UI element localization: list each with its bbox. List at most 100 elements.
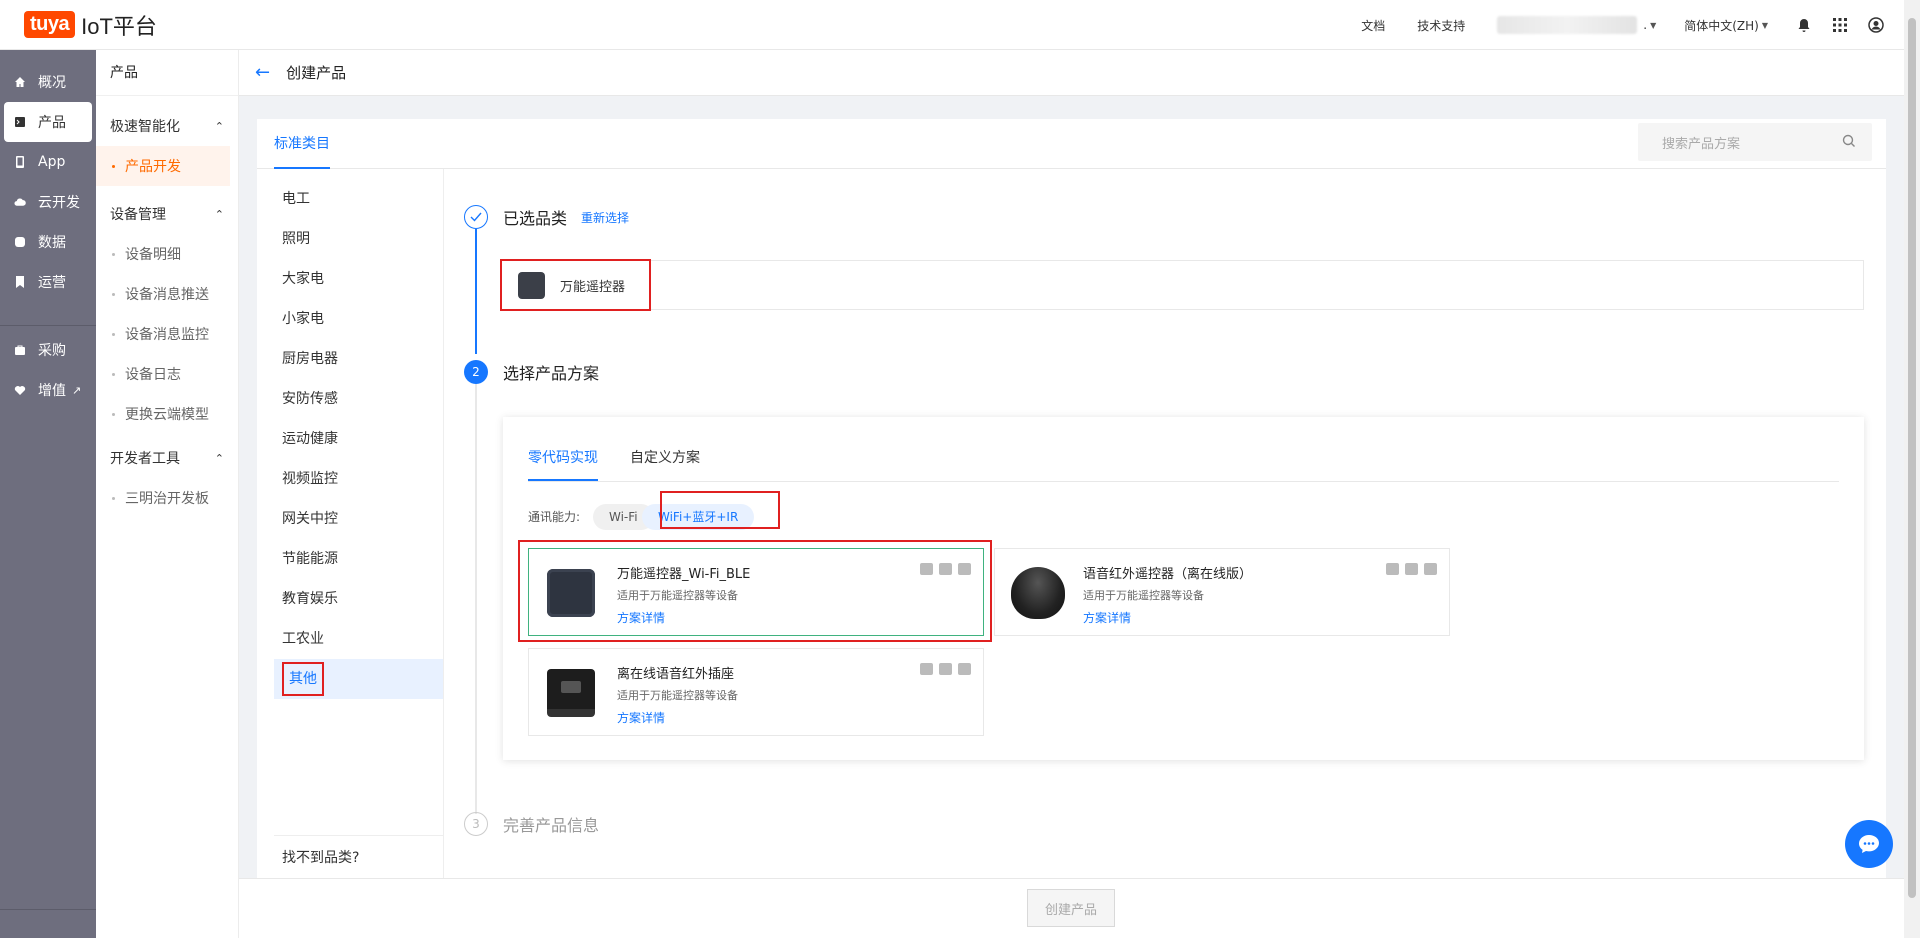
tab-custom-solution[interactable]: 自定义方案 xyxy=(630,447,700,481)
sidebar-item-value-added[interactable]: 增值 ↗ xyxy=(0,370,96,410)
subnav-item-label: 更换云端模型 xyxy=(125,407,209,423)
bullet xyxy=(112,496,115,500)
product-card-voice-ir-remote[interactable]: 语音红外遥控器（离在线版） 适用于万能遥控器等设备 方案详情 xyxy=(994,548,1450,636)
subnav-item-msg-monitor[interactable]: 设备消息监控 xyxy=(96,314,238,354)
subnav-item-msg-push[interactable]: 设备消息推送 xyxy=(96,274,238,314)
subnav-item-product-dev[interactable]: 产品开发 xyxy=(96,146,230,186)
sidebar-item-label: 增值 xyxy=(38,383,66,399)
tab-zero-code[interactable]: 零代码实现 xyxy=(528,447,598,481)
page-title: 创建产品 xyxy=(286,64,347,82)
subnav-item-label: 产品开发 xyxy=(125,159,181,175)
step-2-title: 选择产品方案 xyxy=(503,364,600,383)
step-3: 3 完善产品信息 xyxy=(464,812,599,836)
step-connector-1 xyxy=(475,229,477,354)
scrollbar-thumb[interactable] xyxy=(1908,18,1916,898)
subnav-item-device-log[interactable]: 设备日志 xyxy=(96,354,238,394)
account-dot: . xyxy=(1643,18,1648,32)
sidebar-item-operation[interactable]: 运营 xyxy=(0,262,96,302)
subnav-title: 产品 xyxy=(96,50,238,96)
language-select[interactable]: 简体中文(ZH) ▼ xyxy=(1684,17,1768,34)
sidebar-item-app[interactable]: App xyxy=(0,142,96,182)
product-name: 离在线语音红外插座 xyxy=(617,667,735,682)
account-menu[interactable]: . ▼ xyxy=(1497,16,1656,34)
product-detail-link[interactable]: 方案详情 xyxy=(617,609,665,626)
subnav-item-device-detail[interactable]: 设备明细 xyxy=(96,234,238,274)
category-item[interactable]: 运动健康 xyxy=(274,419,443,459)
product-card-universal-remote[interactable]: 万能遥控器_Wi-Fi_BLE 适用于万能遥控器等设备 方案详情 xyxy=(528,548,984,636)
external-link-icon: ↗ xyxy=(72,383,82,397)
chat-icon[interactable] xyxy=(1845,820,1893,868)
check-icon xyxy=(464,205,488,229)
bookmark-icon xyxy=(14,276,26,288)
search-placeholder: 搜索产品方案 xyxy=(1662,136,1741,152)
subnav-item-label: 设备明细 xyxy=(125,247,181,263)
category-item[interactable]: 照明 xyxy=(274,219,443,259)
category-item[interactable]: 小家电 xyxy=(274,299,443,339)
chevron-down-icon: ▼ xyxy=(1650,20,1657,30)
category-item-other[interactable]: 其他 xyxy=(274,659,443,699)
solution-tab-divider xyxy=(528,481,1839,482)
reselect-link[interactable]: 重新选择 xyxy=(581,209,629,226)
bluetooth-badge-icon xyxy=(1405,563,1418,575)
product-card-voice-ir-socket[interactable]: 离在线语音红外插座 适用于万能遥控器等设备 方案详情 xyxy=(528,648,984,736)
back-arrow-icon[interactable]: ← xyxy=(255,62,270,83)
user-avatar-icon[interactable] xyxy=(1868,17,1884,33)
ir-badge-icon xyxy=(958,663,971,675)
sidebar-item-overview[interactable]: 概况 xyxy=(0,62,96,102)
tab-standard-category[interactable]: 标准类目 xyxy=(274,119,330,169)
category-item[interactable]: 工农业 xyxy=(274,619,443,659)
support-link[interactable]: 技术支持 xyxy=(1417,17,1465,34)
product-name: 语音红外遥控器（离在线版） xyxy=(1083,567,1253,582)
wifi-badge-icon xyxy=(920,563,933,575)
docs-link[interactable]: 文档 xyxy=(1361,17,1385,34)
page-header: ← 创建产品 xyxy=(239,50,1904,96)
platform-name: IoT平台 xyxy=(81,13,157,39)
sidebar-item-purchase[interactable]: 采购 xyxy=(0,330,96,370)
sidebar-item-data[interactable]: 数据 xyxy=(0,222,96,262)
category-item[interactable]: 大家电 xyxy=(274,259,443,299)
subnav-group-device-mgmt[interactable]: 设备管理 ⌃ xyxy=(96,194,238,234)
product-desc: 适用于万能遥控器等设备 xyxy=(617,689,738,702)
subnav-group-label: 极速智能化 xyxy=(110,119,180,135)
category-label: 其他 xyxy=(282,662,324,696)
ir-badge-icon xyxy=(1424,563,1437,575)
category-item[interactable]: 视频监控 xyxy=(274,459,443,499)
chevron-up-icon: ⌃ xyxy=(214,451,224,465)
selected-category-name: 万能遥控器 xyxy=(560,280,626,295)
category-item[interactable]: 电工 xyxy=(274,179,443,219)
search-icon[interactable] xyxy=(1842,134,1856,152)
product-detail-link[interactable]: 方案详情 xyxy=(617,709,665,726)
cant-find-category-link[interactable]: 找不到品类? xyxy=(274,835,444,879)
step-1-title: 已选品类 xyxy=(503,209,568,228)
category-item[interactable]: 厨房电器 xyxy=(274,339,443,379)
subnav-group-dev-tools[interactable]: 开发者工具 ⌃ xyxy=(96,438,238,478)
logo-text: tuya xyxy=(30,13,70,35)
product-thumb xyxy=(1011,567,1065,619)
subnav-group-label: 设备管理 xyxy=(110,207,166,223)
tuya-logo: tuya ◝ xyxy=(24,9,78,38)
category-item[interactable]: 节能能源 xyxy=(274,539,443,579)
category-item[interactable]: 安防传感 xyxy=(274,379,443,419)
logo[interactable]: tuya ◝ IoT平台 xyxy=(24,9,157,41)
bullet xyxy=(112,332,115,336)
product-detail-link[interactable]: 方案详情 xyxy=(1083,609,1131,626)
category-item[interactable]: 网关中控 xyxy=(274,499,443,539)
bullet xyxy=(112,412,115,416)
sidebar-item-cloud[interactable]: 云开发 xyxy=(0,182,96,222)
page-scrollbar[interactable] xyxy=(1904,0,1920,938)
product-thumb xyxy=(547,669,595,717)
sidebar-bottom-divider xyxy=(0,909,96,910)
create-product-button[interactable]: 创建产品 xyxy=(1027,889,1115,927)
bluetooth-badge-icon xyxy=(939,663,952,675)
subnav-item-sandwich-board[interactable]: 三明治开发板 xyxy=(96,478,238,518)
search-input[interactable]: 搜索产品方案 xyxy=(1638,123,1872,161)
apps-grid-icon[interactable] xyxy=(1832,17,1848,33)
subnav-group-fast-smart[interactable]: 极速智能化 ⌃ xyxy=(96,106,238,146)
sidebar-item-label: 云开发 xyxy=(38,195,80,211)
subnav-item-cloud-model[interactable]: 更换云端模型 xyxy=(96,394,238,434)
sidebar-item-product[interactable]: 产品 xyxy=(4,102,92,142)
bell-icon[interactable] xyxy=(1796,17,1812,33)
data-icon xyxy=(14,236,26,248)
category-item[interactable]: 教育娱乐 xyxy=(274,579,443,619)
cloud-icon xyxy=(14,196,26,208)
